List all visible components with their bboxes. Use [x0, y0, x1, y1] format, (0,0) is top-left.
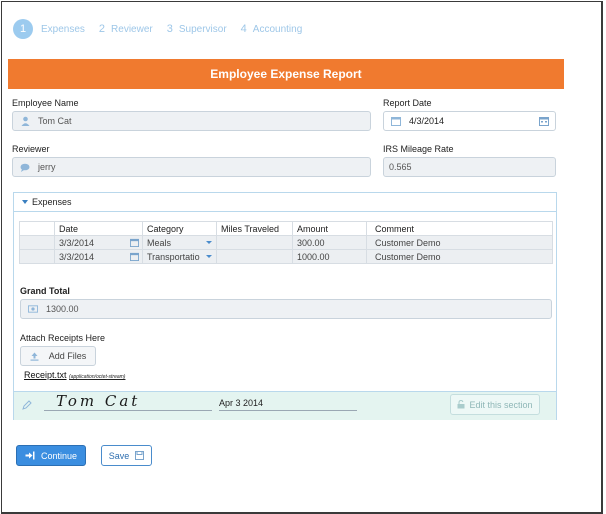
- expenses-table: Date Category Miles Traveled Amount Comm…: [19, 221, 553, 264]
- step-navigation: 1 Expenses 2 Reviewer 3 Supervisor 4 Acc…: [13, 18, 316, 40]
- amount-cell[interactable]: 1000.00: [292, 249, 367, 264]
- upload-icon: [30, 352, 39, 361]
- pencil-icon: [22, 400, 32, 412]
- grand-total-value: 1300.00: [46, 304, 79, 314]
- continue-label: Continue: [40, 450, 78, 461]
- calendar-picker-icon[interactable]: [539, 116, 549, 126]
- save-button[interactable]: Save: [101, 445, 152, 466]
- category-value: Transportatio: [147, 251, 200, 262]
- person-icon: [20, 116, 30, 126]
- step-label: Reviewer: [111, 23, 153, 35]
- money-icon: [28, 304, 38, 314]
- table-row: 3/3/2014 Transportatio 1000.00 Customer …: [19, 249, 553, 264]
- step-number: 3: [166, 23, 173, 35]
- attach-receipts-label: Attach Receipts Here: [20, 333, 106, 343]
- expenses-panel-title: Expenses: [32, 197, 72, 207]
- row-selector-header: [19, 221, 55, 236]
- signature-date: Apr 3 2014: [219, 398, 357, 411]
- chevron-down-icon[interactable]: [206, 241, 212, 244]
- signature-section: Tom Cat Apr 3 2014 Edit this section: [14, 391, 556, 420]
- calendar-icon[interactable]: [130, 252, 139, 263]
- column-header-date: Date: [54, 221, 143, 236]
- row-selector[interactable]: [19, 235, 55, 250]
- expenses-panel-header[interactable]: Expenses: [14, 193, 556, 212]
- add-files-label: Add Files: [48, 351, 87, 361]
- step-number: 2: [98, 23, 106, 35]
- calendar-icon[interactable]: [130, 238, 139, 249]
- comment-cell[interactable]: Customer Demo: [366, 235, 553, 250]
- page-title: Employee Expense Report: [8, 59, 564, 89]
- report-date-label: Report Date: [383, 98, 432, 108]
- reviewer-field[interactable]: jerry: [12, 157, 371, 177]
- attached-file-type: (application/octet-stream): [69, 374, 126, 380]
- reviewer-label: Reviewer: [12, 144, 50, 154]
- report-date-field[interactable]: 4/3/2014: [383, 111, 556, 131]
- comment-cell[interactable]: Customer Demo: [366, 249, 553, 264]
- report-date-value: 4/3/2014: [409, 116, 445, 126]
- edit-section-label: Edit this section: [469, 399, 533, 410]
- amount-cell[interactable]: 300.00: [292, 235, 367, 250]
- date-cell[interactable]: 3/3/2014: [54, 235, 143, 250]
- column-header-comment: Comment: [366, 221, 553, 236]
- signature-value[interactable]: Tom Cat: [44, 392, 212, 411]
- collapse-triangle-icon[interactable]: [22, 200, 28, 204]
- miles-cell[interactable]: [216, 235, 293, 250]
- reviewer-value: jerry: [38, 162, 56, 172]
- category-cell[interactable]: Meals: [142, 235, 217, 250]
- category-value: Meals: [147, 237, 172, 248]
- continue-button[interactable]: Continue: [16, 445, 86, 466]
- unlock-icon: [457, 400, 465, 409]
- employee-name-label: Employee Name: [12, 98, 79, 108]
- table-row: 3/3/2014 Meals 300.00 Customer Demo: [19, 235, 553, 250]
- table-header-row: Date Category Miles Traveled Amount Comm…: [19, 221, 553, 236]
- column-header-category: Category: [142, 221, 217, 236]
- attached-file: Receipt.txt (application/octet-stream): [24, 370, 125, 380]
- step-supervisor[interactable]: 3 Supervisor: [167, 23, 227, 35]
- step-expenses[interactable]: 1 Expenses: [13, 19, 85, 39]
- grand-total-label: Grand Total: [20, 286, 70, 296]
- column-header-amount: Amount: [292, 221, 367, 236]
- floppy-disk-icon: [135, 451, 145, 460]
- mileage-rate-value: 0.565: [389, 162, 412, 172]
- date-value: 3/3/2014: [59, 237, 95, 248]
- save-label: Save: [108, 450, 130, 461]
- date-value: 3/3/2014: [59, 251, 95, 262]
- step-reviewer[interactable]: 2 Reviewer: [99, 23, 153, 35]
- step-label: Accounting: [252, 23, 303, 35]
- step-number: 4: [240, 23, 247, 35]
- miles-cell[interactable]: [216, 249, 293, 264]
- calendar-icon: [391, 116, 401, 126]
- form-window: 1 Expenses 2 Reviewer 3 Supervisor 4 Acc…: [1, 1, 603, 514]
- expenses-panel: Expenses Date Category Miles Traveled Am…: [13, 192, 557, 420]
- step-number: 1: [13, 19, 33, 39]
- attached-file-link[interactable]: Receipt.txt: [24, 370, 67, 380]
- employee-name-value: Tom Cat: [38, 116, 72, 126]
- employee-name-field[interactable]: Tom Cat: [12, 111, 371, 131]
- column-header-miles: Miles Traveled: [216, 221, 293, 236]
- chevron-down-icon[interactable]: [206, 255, 212, 258]
- add-files-button[interactable]: Add Files: [20, 346, 96, 366]
- step-label: Supervisor: [178, 23, 227, 35]
- step-label: Expenses: [41, 23, 85, 35]
- category-cell[interactable]: Transportatio: [142, 249, 217, 264]
- mileage-rate-label: IRS Mileage Rate: [383, 144, 454, 154]
- step-accounting[interactable]: 4 Accounting: [241, 23, 303, 35]
- mileage-rate-field[interactable]: 0.565: [383, 157, 556, 177]
- chat-bubble-icon: [20, 162, 30, 172]
- row-selector[interactable]: [19, 249, 55, 264]
- grand-total-field: 1300.00: [20, 299, 552, 319]
- date-cell[interactable]: 3/3/2014: [54, 249, 143, 264]
- edit-section-button[interactable]: Edit this section: [450, 394, 540, 415]
- sign-in-arrow-icon: [25, 451, 35, 460]
